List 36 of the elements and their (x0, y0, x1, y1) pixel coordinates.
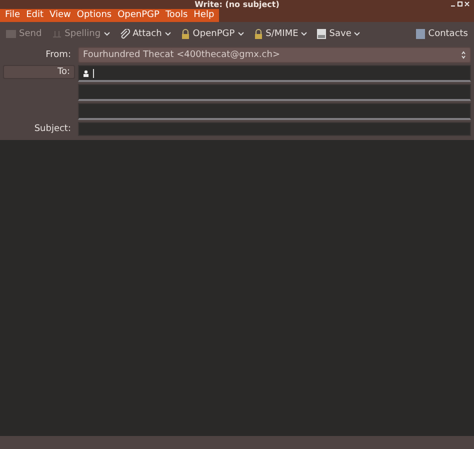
document-icon (317, 28, 326, 38)
caret-icon (301, 32, 308, 36)
toolbar-button[interactable]: Attach (116, 26, 174, 40)
subject-label: Subject: (33, 124, 72, 134)
lock-icon (180, 28, 190, 38)
menu-item[interactable]: Tools (162, 9, 191, 22)
from-label: From: (44, 50, 72, 60)
envelope-icon (6, 28, 16, 38)
toolbar-button[interactable]: OpenPGP (178, 26, 247, 40)
toolbar-button[interactable]: S/MIME (250, 26, 310, 40)
spelling-icon (52, 28, 62, 38)
recipient-field[interactable] (78, 84, 471, 101)
to-field[interactable] (78, 65, 471, 82)
recipient-field[interactable] (78, 103, 471, 120)
to-dropdown-button[interactable]: To: (3, 65, 75, 79)
address-book-icon (416, 28, 426, 38)
person-icon (83, 70, 89, 76)
menu-item[interactable]: Help (190, 9, 218, 22)
menu-item[interactable]: File (2, 9, 24, 22)
lock-icon (254, 28, 263, 38)
caret-icon (238, 32, 244, 36)
menu-item[interactable]: Edit (23, 9, 46, 22)
caret-icon (354, 32, 360, 36)
window-controls-icon[interactable] (450, 1, 470, 8)
menu-item[interactable]: OpenPGP (114, 9, 162, 22)
subject-field[interactable] (78, 122, 471, 136)
updown-arrows-icon (461, 51, 466, 59)
menu-item[interactable]: Options (74, 9, 115, 22)
window-title: Write: (no subject) (194, 0, 280, 9)
caret-icon (164, 32, 171, 36)
contacts-button[interactable]: Contacts (413, 26, 471, 40)
menu-item[interactable]: View (46, 9, 74, 22)
caret-icon (104, 32, 110, 36)
toolbar-button[interactable]: Save (314, 26, 364, 40)
paperclip-icon (120, 28, 130, 38)
from-dropdown[interactable]: Fourhundred Thecat <400thecat@gmx.ch> (78, 47, 471, 63)
